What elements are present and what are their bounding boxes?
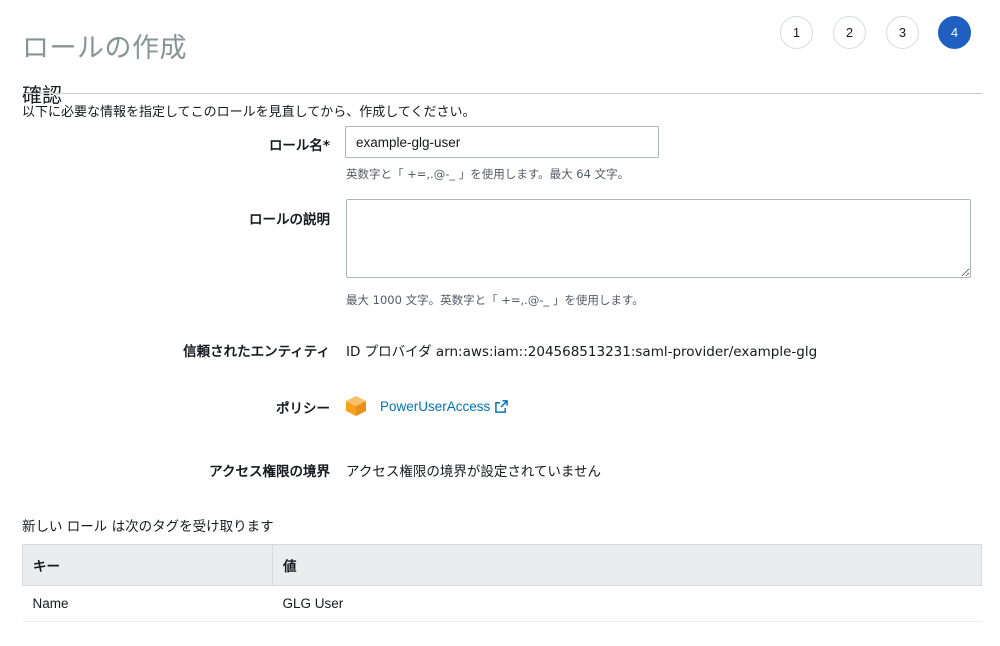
tags-table-header-row: キー 値: [22, 544, 982, 586]
step-2-button[interactable]: 2: [833, 16, 866, 49]
wizard-steps: 1 2 3 4: [780, 16, 974, 52]
tag-value-cell: GLG User: [272, 585, 982, 622]
role-name-input[interactable]: [345, 126, 659, 158]
section-intro: 以下に必要な情報を指定してこのロールを見直してから、作成してください。: [22, 105, 476, 120]
policy-row: PowerUserAccess: [345, 395, 509, 417]
permissions-boundary-value: アクセス権限の境界が設定されていません: [346, 464, 602, 480]
tag-key-cell: Name: [22, 585, 273, 622]
role-description-textarea[interactable]: [346, 199, 971, 278]
policy-label: ポリシー: [276, 401, 330, 417]
role-description-label: ロールの説明: [249, 212, 330, 228]
table-row: Name GLG User: [22, 585, 982, 622]
role-name-label: ロール名*: [268, 138, 330, 154]
permissions-boundary-label: アクセス権限の境界: [209, 464, 330, 480]
section-divider: [22, 93, 982, 94]
policy-cube-icon: [346, 396, 366, 416]
external-link-icon: [495, 399, 509, 413]
trusted-entity-label: 信頼されたエンティティ: [183, 344, 330, 360]
page-title: ロールの作成: [22, 33, 187, 65]
tags-intro: 新しい ロール は次のタグを受け取ります: [22, 519, 274, 535]
tags-column-value: 値: [272, 544, 982, 586]
step-4-button[interactable]: 4: [938, 16, 971, 49]
policy-link-text: PowerUserAccess: [380, 398, 491, 414]
tags-column-key: キー: [22, 544, 273, 586]
step-1-button[interactable]: 1: [780, 16, 813, 49]
role-name-hint: 英数字と「 +=,.@-_ 」を使用します。最大 64 文字。: [346, 167, 630, 181]
trusted-entity-value: ID プロバイダ arn:aws:iam::204568513231:saml-…: [346, 344, 818, 360]
role-description-hint: 最大 1000 文字。英数字と「 +=,.@-_ 」を使用します。: [346, 293, 644, 307]
step-3-button[interactable]: 3: [886, 16, 919, 49]
tags-table: キー 値 Name GLG User: [22, 544, 982, 622]
policy-power-user-access-link[interactable]: PowerUserAccess: [380, 398, 509, 414]
